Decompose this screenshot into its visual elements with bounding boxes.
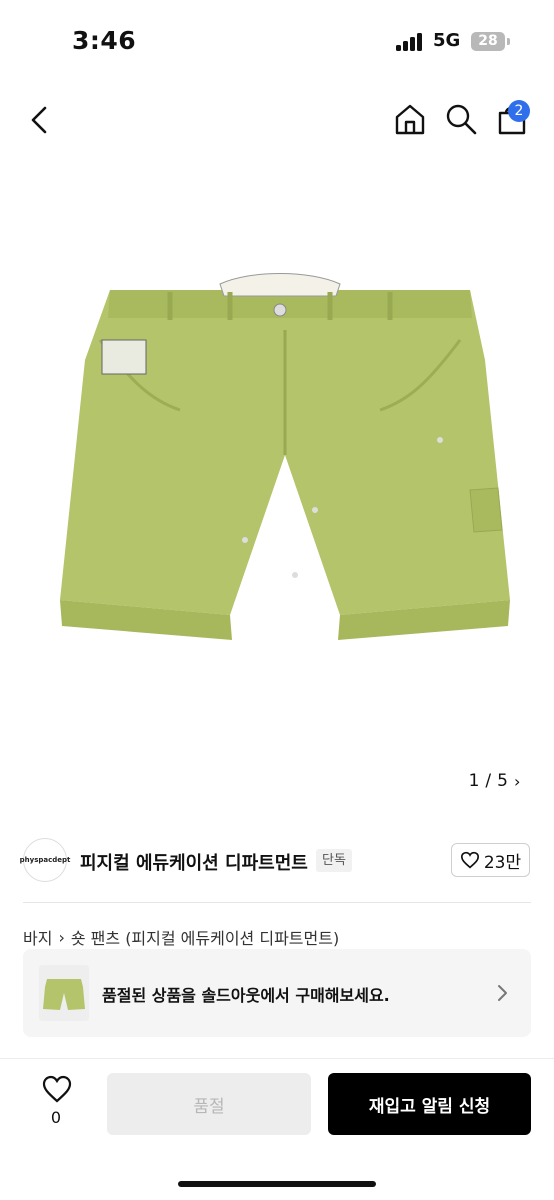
status-time: 3:46: [72, 26, 137, 55]
soldout-banner-text: 품절된 상품을 솔드아웃에서 구매해보세요.: [102, 986, 390, 1005]
gallery-total-pages: 5: [497, 771, 508, 791]
heart-icon: [460, 851, 479, 869]
home-indicator: [178, 1181, 376, 1187]
chevron-left-icon[interactable]: [22, 102, 58, 138]
status-bar: 3:46 5G 28: [0, 0, 554, 80]
battery-tip: [507, 38, 510, 45]
gallery-current-page: 1: [468, 771, 480, 791]
brand-like-button[interactable]: 23만: [451, 843, 530, 877]
product-thumbnail: [39, 965, 89, 1021]
divider: [23, 902, 531, 903]
gallery-separator: /: [485, 771, 492, 791]
chevron-right-icon: ›: [513, 771, 521, 791]
soldout-button: 품절: [107, 1073, 311, 1135]
gallery-page-indicator[interactable]: 1 / 5 ›: [459, 764, 530, 798]
chevron-right-icon: ›: [58, 927, 65, 947]
soldout-marketplace-banner[interactable]: 품절된 상품을 솔드아웃에서 구매해보세요.: [23, 949, 531, 1037]
brand-like-count: 23만: [483, 852, 522, 873]
brand-name[interactable]: 피지컬 에듀케이션 디파트먼트: [80, 849, 308, 875]
breadcrumb-subcategory[interactable]: 숏 팬츠 (피지컬 에듀케이션 디파트먼트): [71, 925, 339, 949]
wish-count: 0: [50, 1108, 62, 1127]
brand-logo[interactable]: physpacdept: [20, 838, 70, 882]
breadcrumb: 바지 › 숏 팬츠 (피지컬 에듀케이션 디파트먼트): [23, 925, 339, 949]
product-photo-shorts: [60, 273, 510, 640]
heart-icon[interactable]: [42, 1075, 72, 1103]
search-icon[interactable]: [444, 102, 478, 136]
signal-icon: [396, 33, 426, 51]
restock-alert-button[interactable]: 재입고 알림 신청: [328, 1073, 531, 1135]
network-label: 5G: [433, 30, 461, 51]
home-icon[interactable]: [392, 101, 428, 137]
chevron-right-icon: [498, 985, 507, 1001]
brand-logo-text: physpacdept: [19, 856, 71, 864]
breadcrumb-category[interactable]: 바지: [23, 925, 52, 949]
cart-count-badge: 2: [508, 100, 530, 122]
exclusive-badge: 단독: [316, 849, 352, 872]
battery-icon: 28: [471, 32, 505, 51]
